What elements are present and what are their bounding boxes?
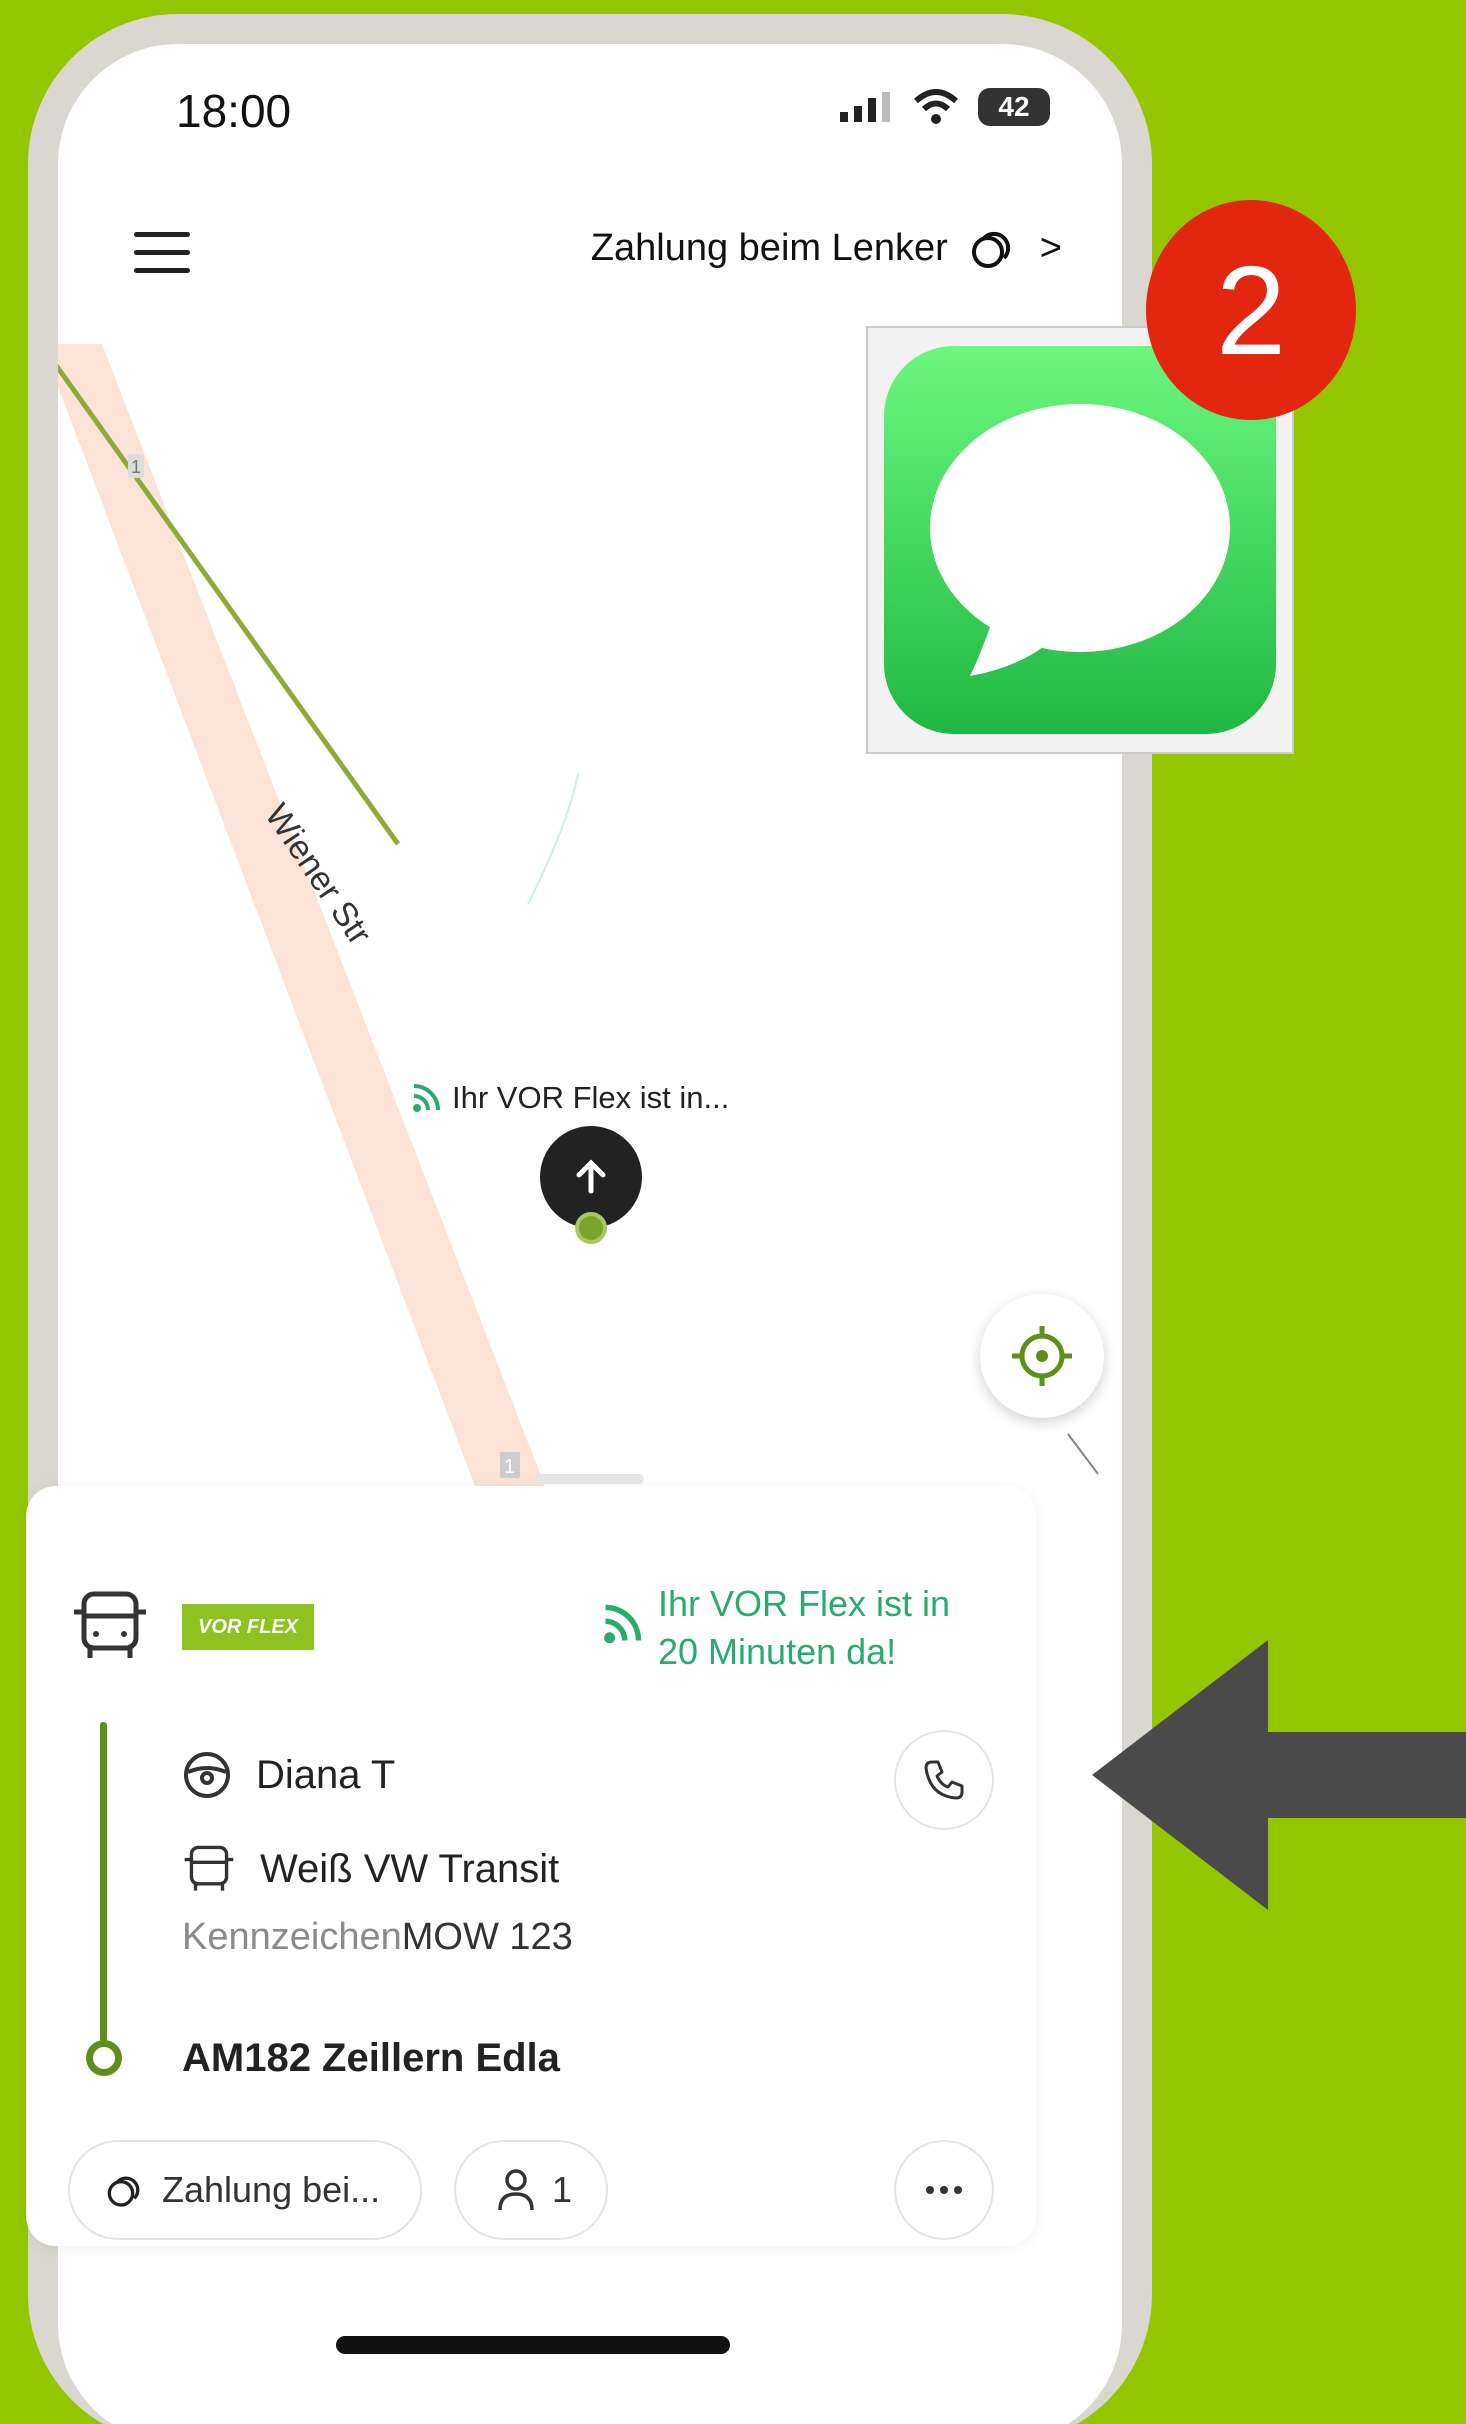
eta-line-1: Ihr VOR Flex ist in [658, 1583, 951, 1624]
route-marker-top-label: 1 [131, 457, 141, 477]
payment-method-label: Zahlung beim Lenker [590, 226, 948, 269]
chevron-right-icon: > [1039, 226, 1062, 269]
license-plate: KennzeichenMOW 123 [182, 1916, 573, 1959]
payment-chip[interactable]: Zahlung bei... [68, 2140, 422, 2240]
eta-line-2: 20 Minuten da! [658, 1631, 897, 1672]
plate-value: MOW 123 [401, 1916, 573, 1958]
home-indicator [336, 2336, 730, 2354]
stop-name: AM182 Zeillern Edla [182, 2036, 560, 2080]
pointer-arrow-icon [1092, 1640, 1466, 1910]
trip-timeline [100, 1722, 107, 2042]
driver-info: Diana T [182, 1750, 395, 1800]
locate-me-button[interactable] [980, 1294, 1104, 1418]
notification-badge: 2 [1146, 200, 1356, 420]
eta-notice: Ihr VOR Flex ist in 20 Minuten da! [600, 1580, 950, 1676]
payment-method-selector[interactable]: Zahlung beim Lenker > [591, 224, 1062, 272]
person-icon [498, 2169, 534, 2211]
coins-icon [107, 2176, 140, 2207]
call-driver-button[interactable] [894, 1730, 994, 1830]
more-options-button[interactable] [894, 2140, 994, 2240]
menu-icon [134, 232, 190, 237]
timeline-stop-dot [86, 2040, 122, 2076]
route-marker-bottom-label: 1 [504, 1456, 515, 1478]
live-signal-icon [413, 1084, 440, 1112]
sheet-drag-handle[interactable] [534, 1474, 644, 1484]
coins-icon [971, 231, 1010, 268]
steering-wheel-icon [184, 1752, 230, 1798]
vehicle-info: Weiß VW Transit [182, 1844, 559, 1894]
wifi-icon [913, 89, 959, 124]
plate-label: Kennzeichen [182, 1916, 402, 1958]
signal-icon [840, 92, 890, 122]
passengers-chip[interactable]: 1 [454, 2140, 608, 2240]
driver-name: Diana T [256, 1752, 396, 1797]
phone-icon [924, 1760, 964, 1800]
bus-icon [74, 1591, 146, 1658]
status-time: 18:00 [176, 85, 292, 137]
route-band [58, 344, 548, 1494]
battery-icon: 42 [978, 88, 1050, 126]
more-icon [926, 2186, 934, 2194]
status-icons: 42 [838, 88, 1050, 126]
payment-chip-label: Zahlung bei... [162, 2169, 381, 2210]
vehicle-eta-label: Ihr VOR Flex ist in... [402, 1076, 738, 1120]
live-signal-icon [604, 1604, 642, 1644]
vehicle-description: Weiß VW Transit [260, 1846, 560, 1891]
vehicle-eta-text: Ihr VOR Flex ist in... [452, 1080, 730, 1115]
passenger-count: 1 [552, 2169, 573, 2210]
vor-flex-logo: VOR FLEX [182, 1604, 314, 1650]
map-edge-line [1067, 1433, 1099, 1475]
vehicle-position-dot [575, 1212, 607, 1244]
menu-button[interactable] [134, 232, 190, 276]
arrow-up-icon [576, 1159, 606, 1194]
secondary-road [527, 773, 579, 905]
bus-icon [184, 1845, 234, 1891]
crosshair-icon [1012, 1326, 1072, 1386]
